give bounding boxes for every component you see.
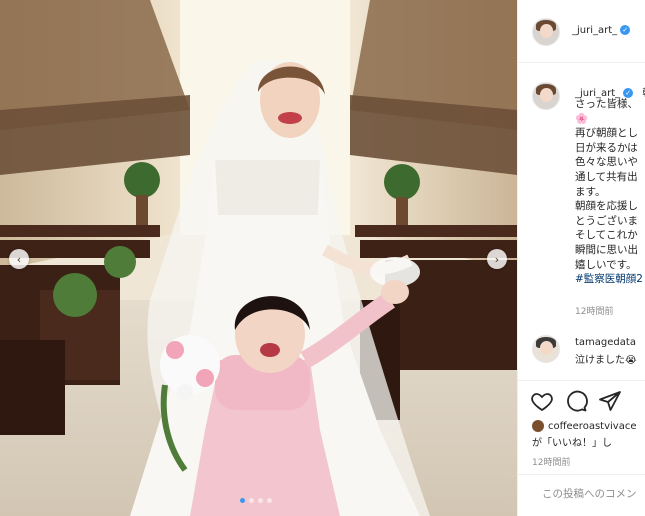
post-caption: さった皆様、 🌸 再び朝顔とし 日が来るかは 色々な思いや 通して共有出 ます。… (575, 97, 645, 287)
caption-line: 瞬間に思い出 (575, 243, 638, 256)
caption-line: さった皆様、 (575, 98, 638, 110)
caption-line: 色々な思いや (575, 156, 638, 169)
comment-text: 泣けました😭 (575, 355, 637, 366)
caption-line: 朝顔を応援し (575, 200, 638, 213)
share-icon[interactable] (598, 389, 622, 413)
carousel-dot (267, 498, 272, 503)
post-header: _juri_art_ ✓ (518, 0, 645, 63)
carousel-dot (258, 498, 263, 503)
caption-line: そしてこれか (575, 229, 638, 242)
carousel-dot (249, 498, 254, 503)
post-actions-bar (518, 380, 645, 421)
verified-badge-icon: ✓ (620, 25, 631, 35)
caption-line: 🌸 (575, 112, 589, 125)
caption-line: とうございま (575, 214, 638, 227)
caption-line: 嬉しいです。 (575, 258, 637, 271)
carousel-indicator (240, 498, 272, 503)
comment-box (518, 474, 645, 516)
comment-username[interactable]: tamagedata (575, 337, 636, 348)
likes-text[interactable]: が「いいね！」し (532, 434, 612, 449)
author-username-header[interactable]: _juri_art_ ✓ (572, 25, 631, 36)
wedding-photo-illustration (0, 0, 517, 516)
caption-hashtag-link[interactable]: #監察医朝顔2 (575, 272, 645, 287)
carousel-dot (240, 498, 245, 503)
caption-line: 通して共有出 (575, 170, 638, 183)
caption-line: 再び朝顔とし (575, 127, 638, 140)
carousel-next-button[interactable]: › (487, 249, 507, 269)
likes-summary: coffeeroastvivace (532, 420, 636, 432)
caption-author-avatar[interactable] (532, 82, 560, 110)
author-username-text[interactable]: _juri_art_ (572, 25, 617, 36)
post-side-panel: _juri_art_✓ _juri_art_✓ 朝 さった皆様、 🌸 再び朝顔と… (517, 0, 645, 516)
heart-icon[interactable] (530, 389, 554, 413)
carousel-prev-button[interactable]: ‹ (9, 249, 29, 269)
caption-line: ます。 (575, 185, 606, 198)
author-avatar[interactable] (532, 18, 560, 46)
commenter-avatar[interactable] (532, 335, 560, 363)
post-timestamp[interactable]: 12時間前 (532, 455, 570, 468)
liker-avatar[interactable] (532, 420, 544, 432)
post-photo[interactable]: ‹ › (0, 0, 517, 516)
comment-input[interactable] (540, 487, 645, 501)
caption-timestamp[interactable]: 12時間前 (575, 304, 613, 317)
chevron-right-icon: › (494, 252, 500, 266)
caption-line: 日が来るかは (575, 141, 638, 154)
comment-icon[interactable] (564, 389, 588, 413)
chevron-left-icon: ‹ (16, 252, 22, 266)
liker-username[interactable]: coffeeroastvivace (548, 421, 636, 432)
